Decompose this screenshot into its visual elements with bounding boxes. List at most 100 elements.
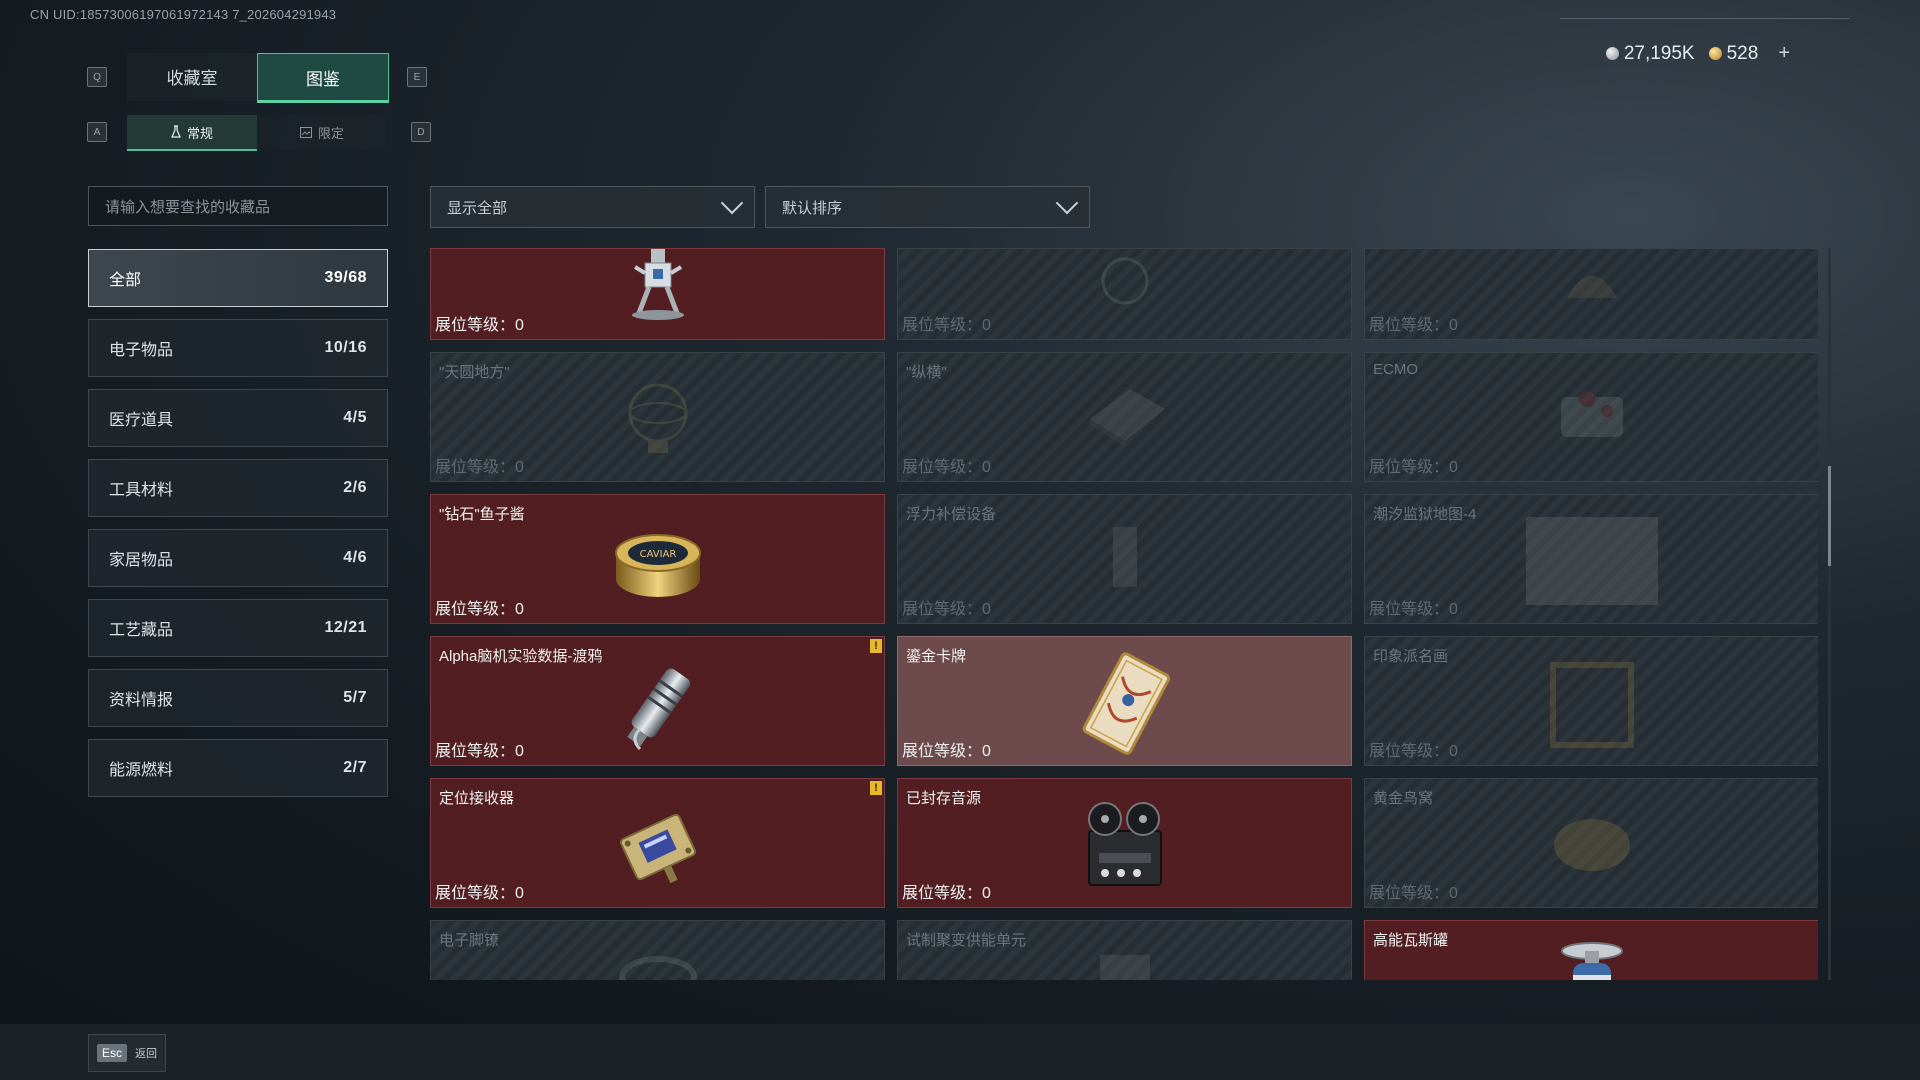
category-tools[interactable]: 工具材料 2/6 <box>88 459 388 517</box>
item-name: 电子脚镣 <box>439 932 500 949</box>
robot-figure-icon <box>631 249 684 320</box>
collection-card[interactable]: "钻石"鱼子酱 CAVIAR 展位等级：0 <box>430 494 885 624</box>
esc-key-hint: Esc <box>97 1044 128 1062</box>
display-level: 展位等级：0 <box>435 743 524 760</box>
category-label: 电子物品 <box>109 342 174 359</box>
collection-card[interactable]: 高能瓦斯罐 <box>1364 920 1818 980</box>
collection-card[interactable]: 展位等级：0 <box>897 248 1352 340</box>
receiver-icon <box>619 813 696 884</box>
grid-scrollbar-track[interactable] <box>1828 248 1831 980</box>
category-label: 医疗道具 <box>109 412 174 429</box>
collection-card[interactable]: 浮力补偿设备 展位等级：0 <box>897 494 1352 624</box>
tab-collection-room[interactable]: 收藏室 <box>127 53 257 101</box>
reel-recorder-icon <box>1087 802 1162 886</box>
tab-codex[interactable]: 图鉴 <box>257 53 389 103</box>
chevron-down-icon <box>1055 191 1079 215</box>
subtab-regular[interactable]: 常规 <box>127 115 257 151</box>
category-count: 10/16 <box>324 339 367 356</box>
buoyancy-device-icon <box>1112 527 1137 587</box>
collection-card[interactable]: 定位接收器 ! 展位等级：0 <box>430 778 885 908</box>
item-name: 高能瓦斯罐 <box>1373 932 1449 949</box>
item-name: "钻石"鱼子酱 <box>439 506 525 523</box>
category-label: 能源燃料 <box>109 762 174 779</box>
back-label: 返回 <box>135 1048 158 1060</box>
category-label: 资料情报 <box>109 692 174 709</box>
silver-coin-icon <box>1605 46 1619 60</box>
add-currency-button[interactable]: + <box>1778 42 1790 65</box>
category-crafts[interactable]: 工艺藏品 12/21 <box>88 599 388 657</box>
collection-card[interactable]: "纵横" 展位等级：0 <box>897 352 1352 482</box>
painting-icon <box>1549 662 1634 748</box>
collection-card[interactable]: 试制聚变供能单元 <box>897 920 1352 980</box>
ankle-monitor-icon <box>618 956 697 980</box>
item-name: 已封存音源 <box>906 790 982 807</box>
category-label: 全部 <box>109 272 142 289</box>
chessboard-icon <box>1089 389 1165 447</box>
gold-coin-icon <box>1708 46 1722 60</box>
collection-card[interactable]: ECMO 展位等级：0 <box>1364 352 1818 482</box>
back-button[interactable]: Esc 返回 <box>88 1034 167 1072</box>
category-count: 2/7 <box>343 759 367 776</box>
collection-card[interactable]: Alpha脑机实验数据-渡鸦 ! 展位等级：0 <box>430 636 885 766</box>
category-label: 工具材料 <box>109 482 174 499</box>
search-input[interactable]: 请输入想要查找的收藏品 <box>88 186 388 226</box>
gilded-card-icon <box>1082 652 1170 755</box>
display-level: 展位等级：0 <box>902 743 991 760</box>
category-count: 5/7 <box>343 689 367 706</box>
grid-scrollbar-thumb[interactable] <box>1828 466 1831 566</box>
collection-card[interactable]: "天圆地方" 展位等级：0 <box>430 352 885 482</box>
collection-card[interactable]: 印象派名画 展位等级：0 <box>1364 636 1818 766</box>
category-list: 全部 39/68 电子物品 10/16 医疗道具 4/5 工具材料 2/6 家居物品 4/… <box>88 249 388 809</box>
category-medical[interactable]: 医疗道具 4/5 <box>88 389 388 447</box>
category-count: 4/5 <box>343 409 367 426</box>
display-level: 展位等级：0 <box>902 601 991 618</box>
player-uid: CN UID:18573006197061972143 7_2026042919… <box>30 7 337 22</box>
golden-nest-icon <box>1553 819 1630 871</box>
category-count: 39/68 <box>324 269 367 286</box>
collection-grid: 展位等级：0 展位等级：0 展位等级：0 "天圆地方" 展位等级：0 "纵横" … <box>430 248 1818 980</box>
collection-card[interactable]: 已封存音源 展位等级：0 <box>897 778 1352 908</box>
collection-card[interactable]: 潮汐监狱地图-4 展位等级：0 <box>1364 494 1818 624</box>
display-level: 展位等级：0 <box>1369 601 1458 618</box>
display-level: 展位等级：0 <box>435 317 524 334</box>
category-household[interactable]: 家居物品 4/6 <box>88 529 388 587</box>
silver-currency: 27,195K <box>1605 43 1695 65</box>
gold-currency: 528 <box>1708 43 1758 65</box>
item-name: 潮汐监狱地图-4 <box>1373 506 1477 523</box>
new-alert-badge: ! <box>870 781 882 795</box>
display-level: 展位等级：0 <box>902 317 991 334</box>
globe-icon <box>1101 257 1148 305</box>
medical-device-icon <box>1560 391 1623 437</box>
category-label: 家居物品 <box>109 552 174 569</box>
collection-card[interactable]: 展位等级：0 <box>430 248 885 340</box>
item-name: 印象派名画 <box>1373 648 1449 665</box>
category-electronics[interactable]: 电子物品 10/16 <box>88 319 388 377</box>
item-name: "天圆地方" <box>439 364 510 381</box>
item-name: 鎏金卡牌 <box>906 648 967 665</box>
display-level: 展位等级：0 <box>435 885 524 902</box>
map-icon <box>1525 517 1658 605</box>
sort-dropdown[interactable]: 默认排序 <box>765 186 1090 228</box>
display-level: 展位等级：0 <box>1369 743 1458 760</box>
d-key-hint: D <box>411 122 431 142</box>
q-key-hint: Q <box>87 67 107 87</box>
category-intel[interactable]: 资料情报 5/7 <box>88 669 388 727</box>
collection-card[interactable]: 电子脚镣 <box>430 920 885 980</box>
collection-card[interactable]: 展位等级：0 <box>1364 248 1818 340</box>
category-energy[interactable]: 能源燃料 2/7 <box>88 739 388 797</box>
currency-bar: 27,195K 528 + <box>1605 42 1790 65</box>
subtab-limited[interactable]: 限定 <box>257 115 387 149</box>
item-name: ECMO <box>1373 361 1418 378</box>
fusion-cell-icon <box>1099 955 1150 980</box>
display-level: 展位等级：0 <box>1369 885 1458 902</box>
filter-dropdown[interactable]: 显示全部 <box>430 186 755 228</box>
new-alert-badge: ! <box>870 639 882 653</box>
collection-card[interactable]: 黄金鸟窝 展位等级：0 <box>1364 778 1818 908</box>
filter-dropdown-value: 显示全部 <box>447 199 508 217</box>
collection-card[interactable]: 鎏金卡牌 展位等级：0 <box>897 636 1352 766</box>
e-key-hint: E <box>407 67 427 87</box>
image-icon <box>299 126 312 138</box>
category-all[interactable]: 全部 39/68 <box>88 249 388 307</box>
category-count: 2/6 <box>343 479 367 496</box>
category-label: 工艺藏品 <box>109 622 174 639</box>
